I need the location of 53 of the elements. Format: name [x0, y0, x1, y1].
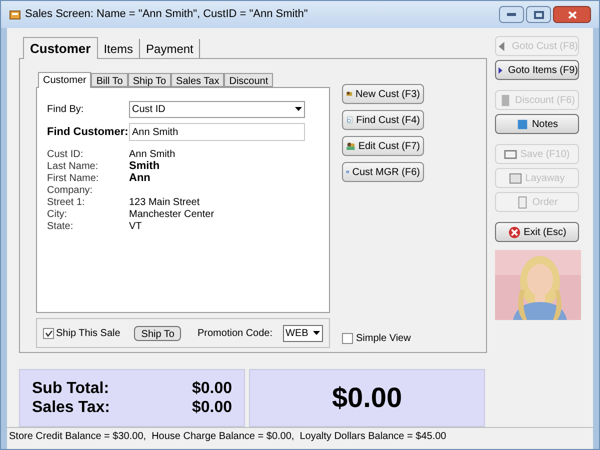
promotion-code-dropdown[interactable]: WEB	[282, 324, 323, 342]
ship-this-sale-checkbox[interactable]: Ship This Sale	[43, 326, 120, 340]
maximize-button[interactable]	[526, 6, 551, 23]
maximize-icon	[534, 10, 544, 18]
sales-tax-label: Sales Tax:	[32, 398, 110, 417]
window-icon	[9, 8, 21, 20]
field-label: Company:	[47, 184, 94, 198]
close-button[interactable]	[553, 6, 591, 23]
find-customer-field[interactable]: Ann Smith	[129, 123, 305, 141]
status-bar: Store Credit Balance = $30.00, House Charge Balance = $0.00, Loyalty Dollars Balance = $45.00	[7, 427, 593, 445]
promotion-code-label: Promotion Code:	[197, 326, 273, 340]
close-icon	[568, 10, 576, 18]
side-button[interactable]: Exit (Esc)	[495, 222, 579, 242]
customer-button[interactable]: New Cust (F3)	[342, 84, 424, 104]
customer-button[interactable]: Cust MGR (F6)	[342, 162, 424, 182]
field-value: Ann Smith	[129, 148, 176, 161]
sub-total-value: $0.00	[192, 379, 232, 398]
sub-total-label: Sub Total:	[32, 379, 110, 398]
field-label: First Name:	[47, 172, 100, 186]
dropdown-arrow-icon	[295, 107, 302, 111]
checkbox-label: Ship This Sale	[56, 326, 120, 340]
customer-button[interactable]: Find Cust (F4)	[342, 110, 424, 130]
field-label: Find Customer:	[47, 124, 129, 140]
field-label: Street 1:	[47, 196, 86, 210]
tab[interactable]: Sales Tax	[171, 73, 224, 87]
tab[interactable]: Ship To	[128, 73, 172, 87]
side-button[interactable]: Notes	[495, 114, 579, 134]
sales-tax-value: $0.00	[192, 398, 232, 417]
grand-total: $0.00	[332, 381, 402, 415]
find-by-dropdown[interactable]: Cust ID	[129, 100, 305, 118]
field-value: 123 Main Street	[129, 196, 200, 210]
field-value: Ann	[129, 170, 150, 186]
ship-to-button[interactable]: Ship To	[134, 326, 182, 340]
simple-view-checkbox[interactable]: Simple View	[342, 331, 424, 346]
minimize-button[interactable]	[499, 6, 524, 23]
field-label: Find By:	[47, 102, 85, 116]
customer-button[interactable]: Edit Cust (F7)	[342, 136, 424, 156]
field-label: State:	[47, 220, 74, 234]
tab[interactable]: Discount	[224, 73, 274, 87]
tab[interactable]: Bill To	[91, 73, 128, 87]
minimize-icon	[507, 13, 516, 16]
tab[interactable]: Customer	[38, 72, 92, 88]
field-label: City:	[47, 208, 68, 222]
side-button[interactable]: Goto Items (F9)	[495, 60, 579, 80]
window-title: Sales Screen: Name = "Ann Smith", CustID = "Ann Smith"	[25, 7, 308, 22]
checkbox-label: Simple View	[356, 332, 411, 346]
field-label: Cust ID:	[47, 148, 84, 162]
dropdown-arrow-icon	[313, 331, 320, 335]
tab[interactable]: Customer	[23, 37, 98, 59]
field-label: Last Name:	[47, 160, 100, 174]
field-value: Smith	[129, 158, 160, 173]
field-value: Manchester Center	[129, 208, 214, 222]
field-value: VT	[129, 220, 142, 234]
